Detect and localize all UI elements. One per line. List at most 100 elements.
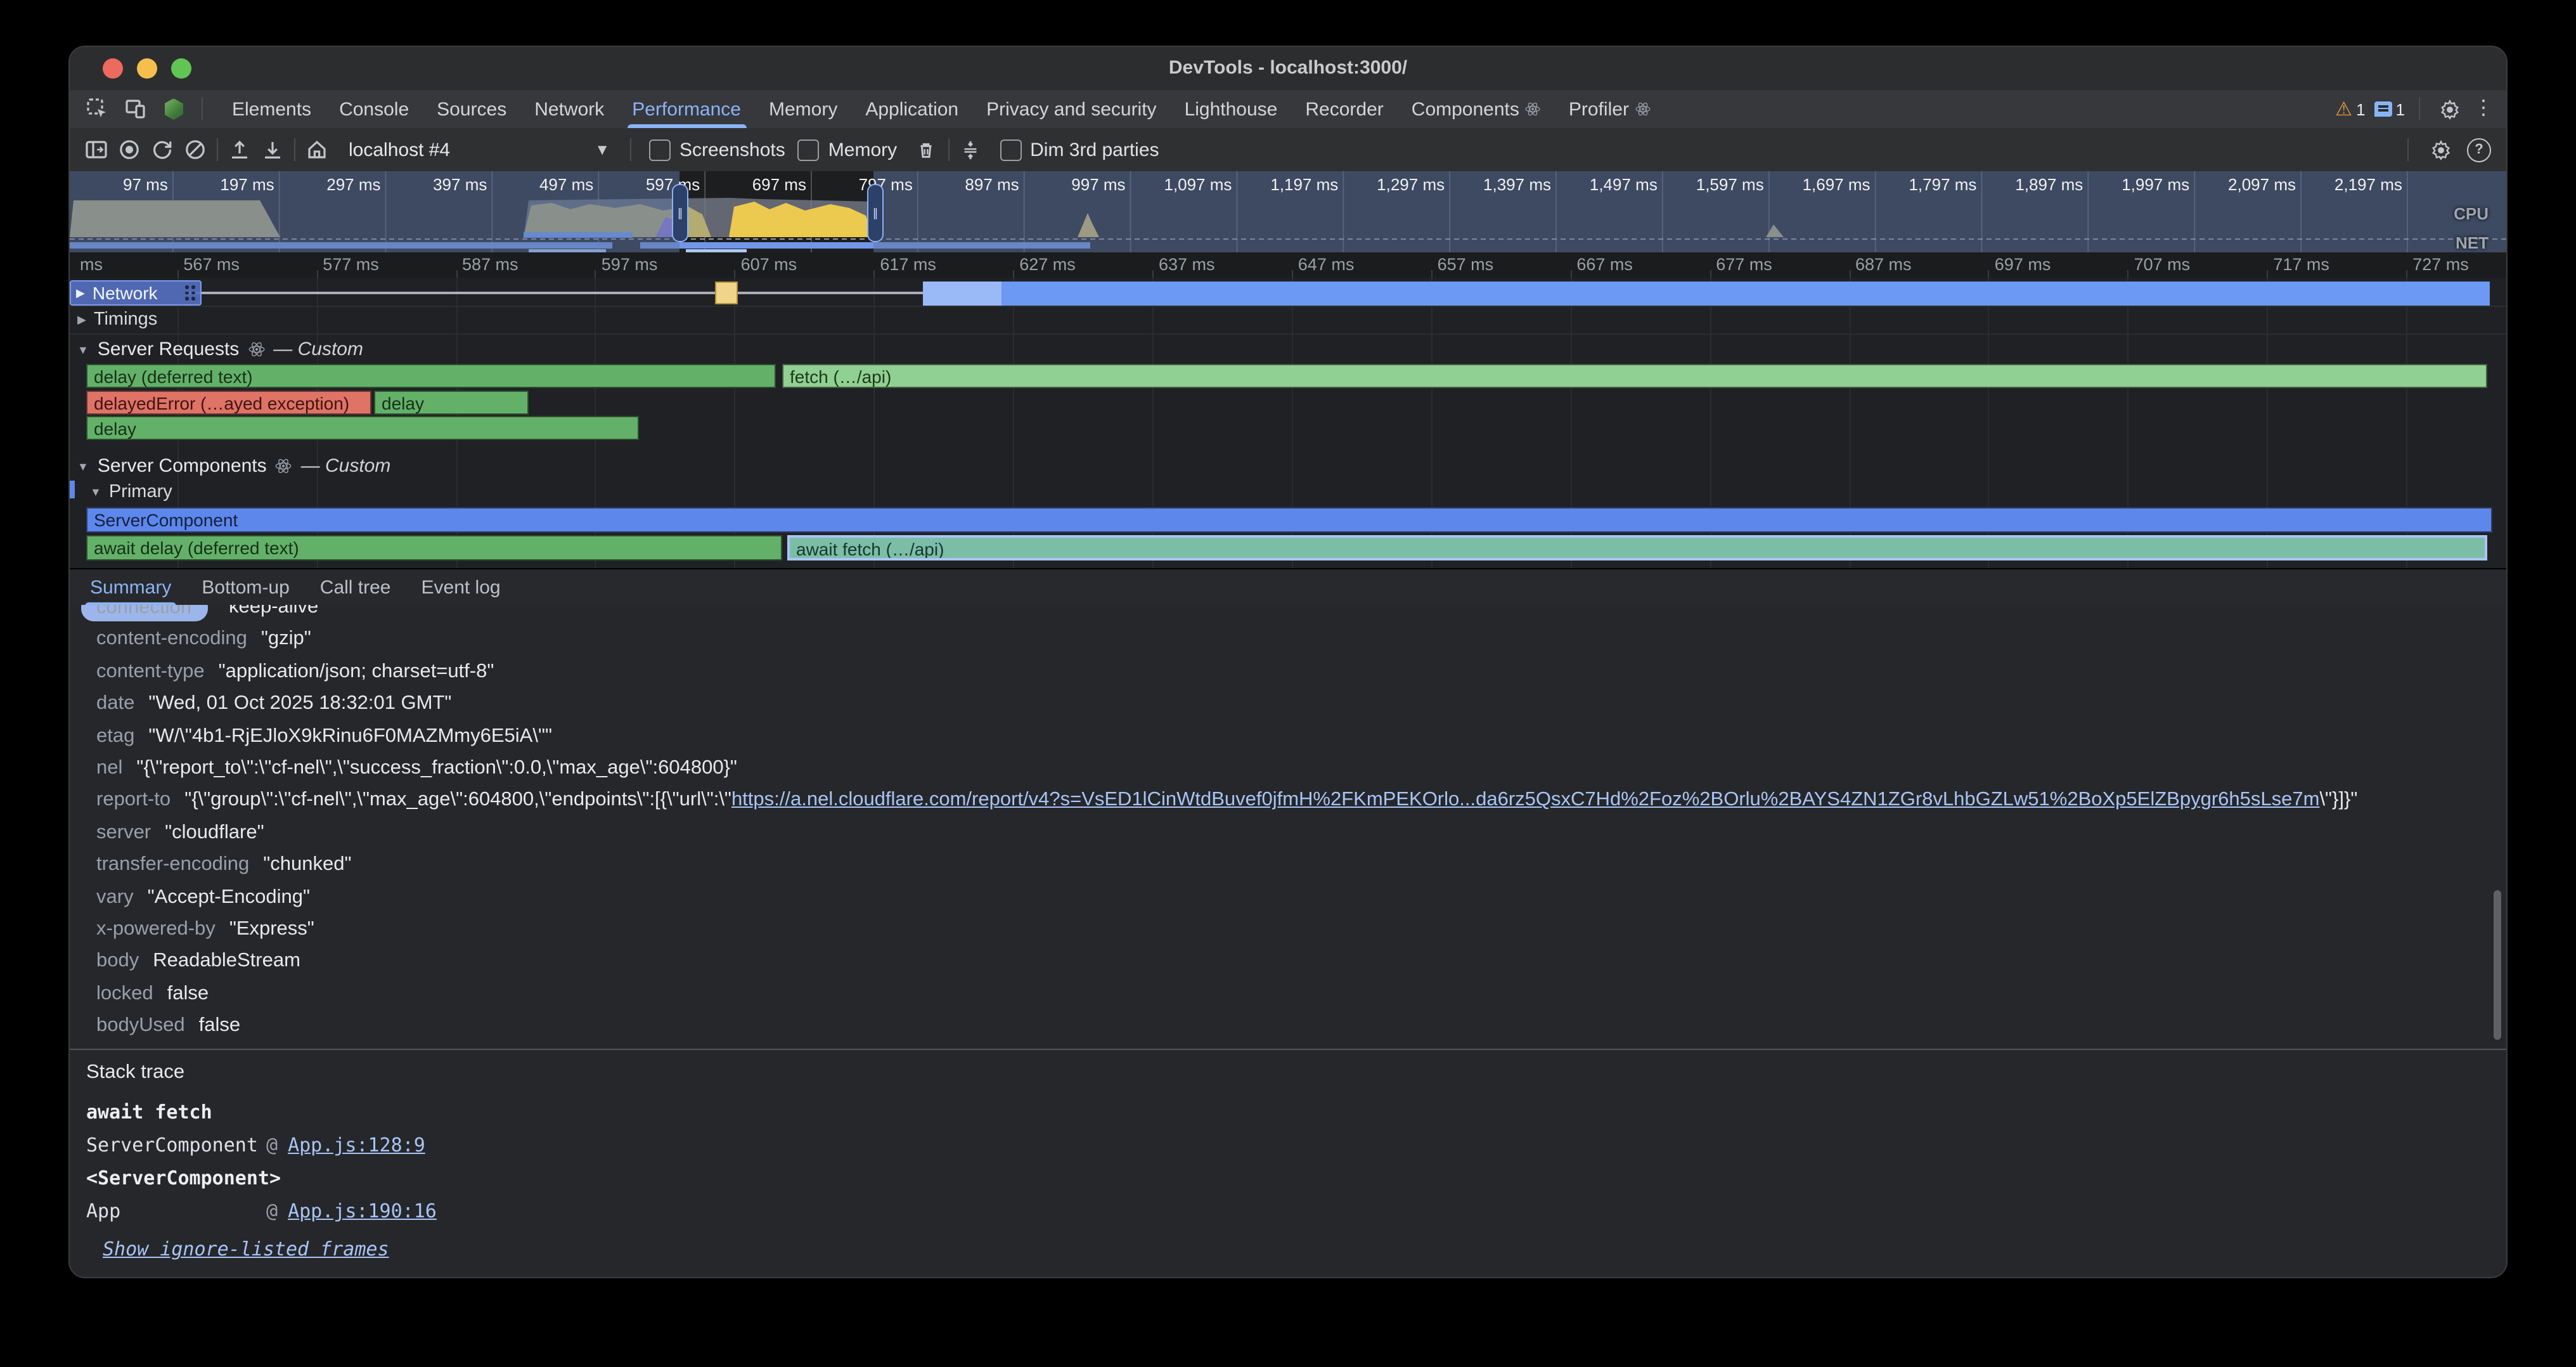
server-request-bar-delay[interactable]: delay bbox=[374, 390, 529, 414]
stack-frame: ServerComponent@App.js:128:9 bbox=[86, 1129, 2506, 1162]
tab-application[interactable]: Application bbox=[851, 90, 972, 128]
timeline-overview[interactable]: 97 ms197 ms297 ms397 ms497 ms597 ms697 m… bbox=[70, 171, 2506, 254]
server-request-bar-fetch-api[interactable]: fetch (…/api) bbox=[782, 364, 2487, 388]
collapse-sections-icon[interactable] bbox=[954, 133, 987, 166]
performance-toolbar: localhost #4 ▼ Screenshots Memory Dim 3 bbox=[70, 128, 2506, 172]
tab-privacy-and-security[interactable]: Privacy and security bbox=[972, 90, 1170, 128]
dim-3rd-parties-checkbox[interactable]: Dim 3rd parties bbox=[1000, 139, 1159, 160]
details-tab-summary[interactable]: Summary bbox=[75, 569, 186, 606]
window-title: DevTools - localhost:3000/ bbox=[70, 47, 2506, 90]
overview-tick-label: 97 ms bbox=[68, 175, 168, 193]
selection-right-handle[interactable]: ∥ bbox=[867, 184, 884, 242]
source-location-link[interactable]: App.js:190:16 bbox=[288, 1195, 437, 1228]
cpu-lane-label: CPU bbox=[2454, 204, 2489, 223]
timings-track-header[interactable]: ▶ Timings bbox=[77, 309, 157, 330]
panel-settings-gear-icon[interactable] bbox=[2424, 133, 2457, 166]
scrollbar-thumb[interactable] bbox=[2494, 890, 2501, 1040]
server-component-bar-await-fetch-api[interactable]: await fetch (…/api) bbox=[787, 534, 2487, 560]
tab-label: Profiler bbox=[1569, 98, 1629, 120]
overview-tick-label: 1,597 ms bbox=[1663, 175, 1764, 193]
device-toolbar-icon[interactable] bbox=[120, 94, 151, 124]
tab-performance[interactable]: Performance bbox=[618, 90, 755, 128]
report-to-url-link[interactable]: https://a.nel.cloudflare.com/report/v4?s… bbox=[731, 789, 2320, 811]
history-dropdown[interactable]: localhost #4 ▼ bbox=[338, 134, 620, 165]
net-lane-label: NET bbox=[2456, 233, 2489, 252]
primary-group-header[interactable]: ▼ Primary bbox=[90, 482, 172, 502]
tab-components[interactable]: Components bbox=[1398, 90, 1555, 128]
server-component-bar-servercomponent[interactable]: ServerComponent bbox=[86, 507, 2492, 533]
network-request-block[interactable] bbox=[715, 282, 738, 304]
track-color-chip bbox=[70, 481, 75, 498]
frame-function: App bbox=[86, 1195, 266, 1228]
tab-label: Recorder bbox=[1305, 98, 1383, 120]
divider bbox=[2407, 138, 2409, 161]
tab-network[interactable]: Network bbox=[520, 90, 618, 128]
source-location-link[interactable]: App.js:128:9 bbox=[288, 1129, 425, 1162]
summary-row-content-type: content-type"application/json; charset=u… bbox=[70, 656, 2506, 688]
extension-gem-icon[interactable] bbox=[158, 94, 189, 124]
memory-checkbox[interactable]: Memory bbox=[798, 139, 897, 160]
show-ignore-listed-frames-link[interactable]: Show ignore-listed frames bbox=[103, 1238, 389, 1261]
reload-and-record-button[interactable] bbox=[146, 133, 179, 166]
server-components-track-header[interactable]: ▼ Server Components — Custom bbox=[77, 455, 390, 477]
tab-label: Lighthouse bbox=[1185, 98, 1278, 120]
property-key: date bbox=[96, 692, 134, 714]
kebab-menu-icon[interactable]: ⋮ bbox=[2473, 99, 2494, 119]
warnings-badge[interactable]: ⚠ 1 bbox=[2335, 100, 2365, 119]
tab-label: Sources bbox=[437, 98, 506, 120]
details-tabbar: SummaryBottom-upCall treeEvent log bbox=[70, 568, 2506, 607]
tab-profiler[interactable]: Profiler bbox=[1555, 90, 1665, 128]
tab-memory[interactable]: Memory bbox=[755, 90, 851, 128]
tab-label: Performance bbox=[632, 98, 741, 120]
screenshots-checkbox[interactable]: Screenshots bbox=[649, 139, 785, 160]
tab-sources[interactable]: Sources bbox=[423, 90, 520, 128]
property-value: ReadableStream bbox=[153, 950, 300, 972]
details-tab-event-log[interactable]: Event log bbox=[406, 569, 516, 606]
property-key: bodyUsed bbox=[96, 1014, 185, 1036]
record-button[interactable] bbox=[113, 133, 146, 166]
drag-handle-icon[interactable] bbox=[185, 286, 195, 301]
property-value: false bbox=[167, 982, 209, 1004]
tab-lighthouse[interactable]: Lighthouse bbox=[1171, 90, 1292, 128]
tab-elements[interactable]: Elements bbox=[218, 90, 325, 128]
server-request-bar-delayederror-ayed-exception[interactable]: delayedError (…ayed exception) bbox=[86, 390, 371, 414]
server-request-bar-delay[interactable]: delay bbox=[86, 416, 639, 440]
toggle-sidebar-icon[interactable] bbox=[80, 133, 113, 166]
summary-row-x-powered-by: x-powered-by"Express" bbox=[70, 913, 2506, 945]
property-key: vary bbox=[96, 886, 134, 907]
property-value: "keep-alive" bbox=[222, 605, 325, 618]
ruler-tick-label: 707 ms bbox=[2134, 255, 2191, 274]
help-icon[interactable]: ? bbox=[2467, 138, 2491, 162]
tab-console[interactable]: Console bbox=[325, 90, 423, 128]
property-key: content-encoding bbox=[96, 628, 247, 650]
live-metrics-home-icon[interactable] bbox=[300, 133, 333, 166]
disclosure-open-icon: ▼ bbox=[77, 460, 89, 472]
clear-button[interactable] bbox=[179, 133, 212, 166]
inspect-element-icon[interactable] bbox=[82, 94, 113, 124]
server-request-bar-delay-deferred-text[interactable]: delay (deferred text) bbox=[86, 364, 776, 388]
selection-left-handle[interactable]: ∥ bbox=[672, 184, 688, 242]
tab-recorder[interactable]: Recorder bbox=[1291, 90, 1397, 128]
ruler-tick-label: 567 ms bbox=[183, 255, 240, 274]
network-track-header[interactable]: ▶ Network bbox=[70, 280, 202, 306]
server-component-bar-await-delay-deferred-text[interactable]: await delay (deferred text) bbox=[86, 534, 782, 560]
save-profile-icon[interactable] bbox=[256, 133, 289, 166]
load-profile-icon[interactable] bbox=[223, 133, 256, 166]
server-requests-track-header[interactable]: ▼ Server Requests — Custom bbox=[77, 339, 363, 360]
details-tab-bottom-up[interactable]: Bottom-up bbox=[186, 569, 304, 606]
network-request-bar[interactable] bbox=[923, 281, 2490, 305]
summary-row-transfer-encoding: transfer-encoding"chunked" bbox=[70, 848, 2506, 881]
property-value: false bbox=[199, 1014, 241, 1036]
divider bbox=[70, 1049, 2506, 1051]
tab-label: Console bbox=[339, 98, 409, 120]
ruler-tick-label: 607 ms bbox=[741, 255, 797, 274]
ruler-tick-label: 627 ms bbox=[1019, 255, 1076, 274]
network-request-whisker bbox=[186, 292, 923, 294]
issues-badge[interactable]: 1 bbox=[2374, 100, 2405, 119]
garbage-collect-icon[interactable] bbox=[910, 133, 943, 166]
settings-gear-icon[interactable] bbox=[2434, 94, 2464, 124]
details-tab-call-tree[interactable]: Call tree bbox=[305, 569, 406, 606]
property-key: locked bbox=[96, 982, 153, 1004]
property-value: "{\"group\":\"cf-nel\",\"max_age\":60480… bbox=[184, 789, 2357, 811]
desktop: DevTools - localhost:3000/ Elements Conso… bbox=[0, 0, 2576, 1367]
